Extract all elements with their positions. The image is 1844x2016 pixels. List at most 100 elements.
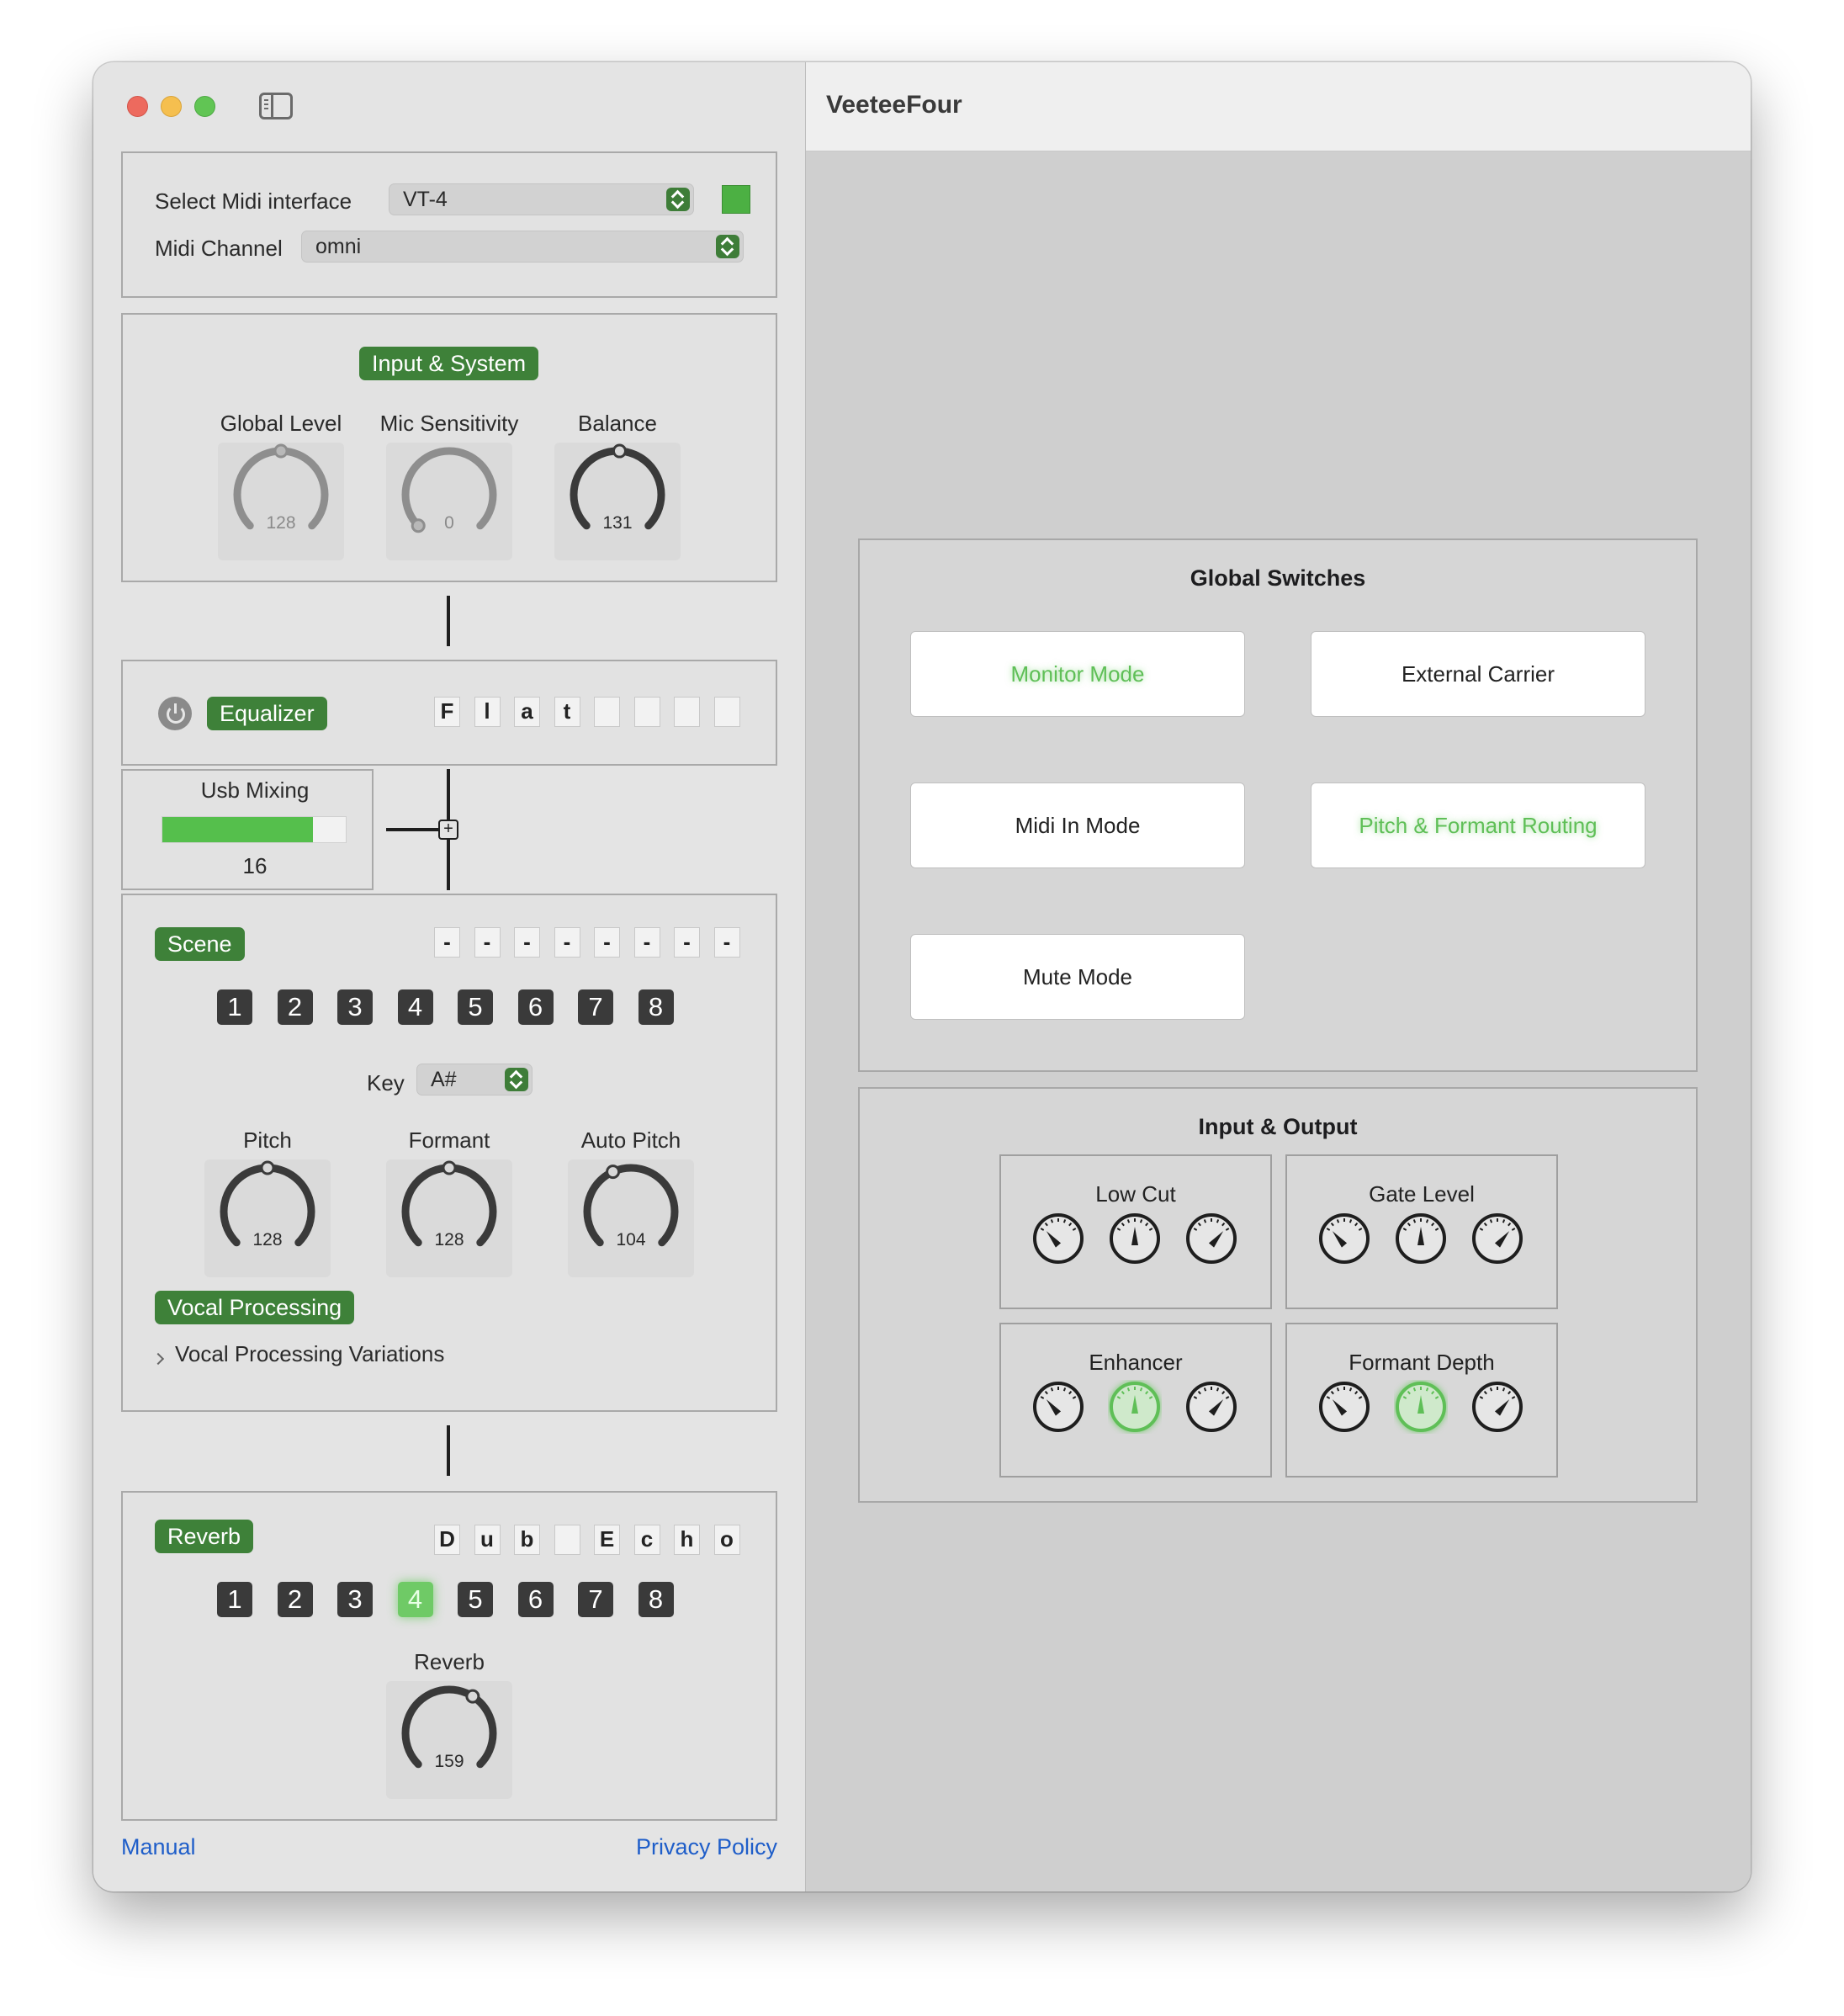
gauge-tick — [1502, 1387, 1506, 1392]
name-char-cell: h — [674, 1525, 700, 1555]
gauge-icon[interactable] — [1108, 1380, 1162, 1434]
key-select[interactable]: A# — [416, 1064, 533, 1096]
reverb-knob[interactable]: 159 — [386, 1681, 512, 1799]
midi-in-mode-button[interactable]: Midi In Mode — [910, 783, 1245, 868]
preset-button-3[interactable]: 3 — [337, 989, 373, 1025]
manual-link[interactable]: Manual — [121, 1834, 196, 1860]
preset-button-4[interactable]: 4 — [397, 1582, 433, 1617]
formant-depth-group: Formant Depth — [1285, 1323, 1558, 1478]
power-icon[interactable] — [158, 697, 192, 730]
preset-button-8[interactable]: 8 — [638, 989, 674, 1025]
gate-level-group: Gate Level — [1285, 1154, 1558, 1309]
zoom-window-button[interactable] — [194, 96, 215, 117]
midi-status-indicator — [722, 185, 750, 214]
knob-value: 128 — [434, 1230, 464, 1249]
privacy-policy-link[interactable]: Privacy Policy — [636, 1834, 777, 1860]
disclosure-chevron-icon[interactable] — [151, 1352, 165, 1366]
midi-channel-select[interactable]: omni — [301, 231, 744, 263]
auto-pitch-knob[interactable]: 104 — [568, 1159, 694, 1277]
midi-interface-select[interactable]: VT-4 — [389, 183, 694, 215]
midi-channel-label: Midi Channel — [155, 236, 283, 261]
scene-panel: Scene -------- 12345678 Key A# Pitch For… — [121, 894, 777, 1412]
preset-button-1[interactable]: 1 — [217, 989, 252, 1025]
midi-interface-label: Select Midi interface — [155, 188, 352, 214]
formant-knob[interactable]: 128 — [386, 1159, 512, 1277]
preset-button-5[interactable]: 5 — [458, 1582, 493, 1617]
gauge-face — [1472, 1213, 1523, 1264]
preset-button-2[interactable]: 2 — [277, 1582, 313, 1617]
sidebar-toggle-icon[interactable] — [259, 93, 293, 119]
gauge-icon[interactable] — [1394, 1380, 1448, 1434]
balance-knob[interactable]: 131 — [554, 443, 681, 560]
monitor-mode-button[interactable]: Monitor Mode — [910, 631, 1245, 717]
preset-button-7[interactable]: 7 — [578, 1582, 613, 1617]
pitch-formant-routing-button[interactable]: Pitch & Formant Routing — [1311, 783, 1645, 868]
name-char-cell — [674, 697, 700, 727]
name-char-cell: u — [474, 1525, 501, 1555]
midi-interface-value: VT-4 — [403, 188, 448, 211]
preset-button-1[interactable]: 1 — [217, 1582, 252, 1617]
window-title: VeeteeFour — [826, 91, 962, 119]
preset-button-5[interactable]: 5 — [458, 989, 493, 1025]
gauge-tick — [1425, 1219, 1429, 1223]
switch-label: Monitor Mode — [1010, 661, 1145, 687]
gauge-icon[interactable] — [1184, 1380, 1238, 1434]
gauge-tick — [1216, 1387, 1220, 1392]
external-carrier-button[interactable]: External Carrier — [1311, 631, 1645, 717]
pitch-knob[interactable]: 128 — [204, 1159, 331, 1277]
preset-button-4[interactable]: 4 — [397, 989, 433, 1025]
scene-title: Scene — [155, 927, 245, 961]
knob-label: Formant — [408, 1127, 490, 1153]
name-char-cell — [594, 697, 620, 727]
name-char-cell: E — [594, 1525, 620, 1555]
switch-label: Pitch & Formant Routing — [1359, 813, 1598, 838]
vocal-processing-button[interactable]: Vocal Processing — [155, 1291, 355, 1324]
gauge-icon[interactable] — [1470, 1212, 1524, 1265]
usb-mixing-panel: Usb Mixing 16 — [121, 769, 374, 890]
preset-button-8[interactable]: 8 — [638, 1582, 674, 1617]
gauge-tick — [1139, 1219, 1143, 1223]
preset-button-3[interactable]: 3 — [337, 1582, 373, 1617]
knob-dial — [570, 443, 665, 530]
preset-button-6[interactable]: 6 — [517, 989, 554, 1025]
gauge-tick — [1502, 1219, 1506, 1223]
gauge-face — [1186, 1213, 1237, 1264]
global-level-knob[interactable]: 128 — [218, 443, 344, 560]
mic-sensitivity-knob[interactable]: 0 — [386, 443, 512, 560]
knob-dial — [401, 1685, 497, 1769]
preset-button-7[interactable]: 7 — [578, 989, 613, 1025]
gauge-tick — [1216, 1219, 1220, 1223]
equalizer-title: Equalizer — [207, 697, 327, 730]
mute-mode-button[interactable]: Mute Mode — [910, 934, 1245, 1020]
preset-button-6[interactable]: 6 — [517, 1582, 554, 1617]
gauge-icon[interactable] — [1031, 1380, 1085, 1434]
close-window-button[interactable] — [127, 96, 148, 117]
switch-label: Midi In Mode — [1015, 813, 1141, 838]
minimize-window-button[interactable] — [161, 96, 182, 117]
gauge-tick — [1412, 1219, 1417, 1223]
knob-value: 159 — [434, 1752, 464, 1771]
group-label: Low Cut — [1095, 1181, 1176, 1207]
name-char-cell: - — [514, 927, 540, 958]
gauge-tick — [1425, 1387, 1429, 1392]
knob-value: 128 — [252, 1230, 283, 1249]
knob-dial — [583, 1164, 679, 1247]
knob-value: 131 — [602, 513, 633, 533]
midi-channel-value: omni — [315, 235, 362, 258]
mix-junction-icon: + — [438, 820, 458, 840]
name-char-cell: c — [633, 1525, 660, 1555]
switch-label: External Carrier — [1401, 661, 1555, 687]
preset-button-2[interactable]: 2 — [277, 989, 313, 1025]
reverb-title: Reverb — [155, 1520, 254, 1553]
gauge-icon[interactable] — [1317, 1380, 1371, 1434]
gauge-icon[interactable] — [1470, 1380, 1524, 1434]
usb-mixing-slider[interactable] — [162, 816, 347, 843]
gauge-icon[interactable] — [1184, 1212, 1238, 1265]
gauge-icon[interactable] — [1317, 1212, 1371, 1265]
vocal-variations-disclosure[interactable]: Vocal Processing Variations — [175, 1341, 444, 1367]
gauge-icon[interactable] — [1394, 1212, 1448, 1265]
gauge-icon[interactable] — [1031, 1212, 1085, 1265]
input-system-panel: Input & System Global Level Mic Sensitiv… — [121, 313, 777, 582]
enhancer-group: Enhancer — [999, 1323, 1272, 1478]
gauge-icon[interactable] — [1108, 1212, 1162, 1265]
